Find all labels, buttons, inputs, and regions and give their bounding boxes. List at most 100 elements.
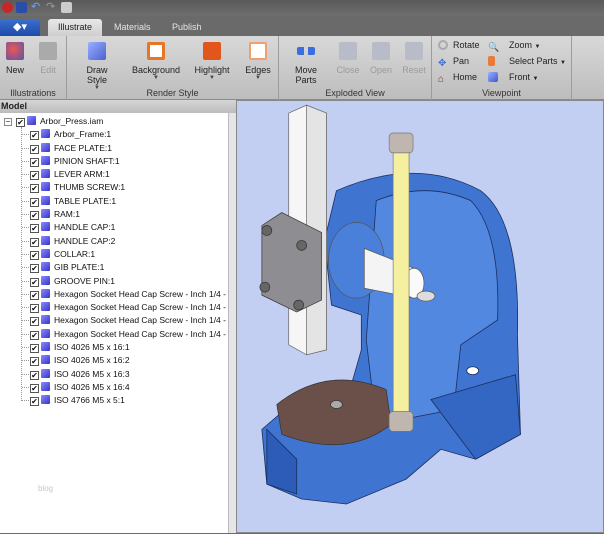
tree-item[interactable]: ✔ COLLAR:1 xyxy=(0,248,236,261)
zoom-label: Zoom xyxy=(509,40,533,50)
edit-label: Edit xyxy=(40,65,56,75)
visibility-checkbox[interactable]: ✔ xyxy=(30,211,39,221)
undo-icon[interactable]: ↶ xyxy=(31,2,42,13)
visibility-checkbox[interactable]: ✔ xyxy=(30,383,39,393)
tree-branch xyxy=(22,386,29,388)
tree-item[interactable]: ✔ TABLE PLATE:1 xyxy=(0,195,236,208)
highlight-button[interactable]: Highlight ▼ xyxy=(193,40,231,81)
home-button[interactable]: ⌂ Home xyxy=(438,72,477,85)
tree-branch xyxy=(22,333,29,335)
edges-button[interactable]: Edges ▼ xyxy=(244,40,272,81)
table-plate xyxy=(276,379,392,445)
3d-viewport[interactable] xyxy=(236,100,604,533)
tree-item[interactable]: ✔ HANDLE CAP:1 xyxy=(0,221,236,234)
visibility-checkbox[interactable]: ✔ xyxy=(30,224,39,234)
close-label: Close xyxy=(336,65,360,75)
part-icon xyxy=(41,342,50,352)
tree-item[interactable]: ✔ Arbor_Frame:1 xyxy=(0,128,236,141)
tab-illustrate[interactable]: Illustrate xyxy=(48,19,103,36)
edit-button[interactable]: Edit xyxy=(36,40,60,75)
group-label: Illustrations xyxy=(10,88,56,98)
visibility-checkbox[interactable]: ✔ xyxy=(30,277,39,287)
visibility-checkbox[interactable]: ✔ xyxy=(30,250,39,260)
front-button[interactable]: Front ▼ xyxy=(488,72,538,82)
group-exploded-view: Move Parts Close Open Reset Exploded Vie… xyxy=(279,36,432,100)
group-label: Exploded View xyxy=(325,88,385,98)
tree-line xyxy=(21,127,22,401)
visibility-checkbox[interactable]: ✔ xyxy=(30,171,39,181)
rotate-label: Rotate xyxy=(453,40,480,50)
close-button[interactable]: Close xyxy=(334,40,362,75)
visibility-checkbox[interactable]: ✔ xyxy=(30,144,39,154)
tree-item[interactable]: ✔ Hexagon Socket Head Cap Screw - Inch 1/… xyxy=(0,314,236,327)
pan-button[interactable]: ✥ Pan xyxy=(438,56,469,69)
visibility-checkbox[interactable]: ✔ xyxy=(30,237,39,247)
tree-root[interactable]: − ✔ Arbor_Press.iam xyxy=(0,115,236,128)
open-button[interactable]: Open xyxy=(367,40,395,75)
visibility-checkbox[interactable]: ✔ xyxy=(30,370,39,380)
tab-publish[interactable]: Publish xyxy=(162,19,212,36)
visibility-checkbox[interactable]: ✔ xyxy=(30,157,39,167)
tree-branch xyxy=(22,214,29,216)
visibility-checkbox[interactable]: ✔ xyxy=(30,330,39,340)
tree-branch xyxy=(22,187,29,189)
print-icon[interactable] xyxy=(61,2,72,13)
tree-item-label: ISO 4026 M5 x 16:4 xyxy=(54,381,130,392)
select-parts-button[interactable]: Select Parts ▼ xyxy=(488,56,566,66)
tree-item[interactable]: ✔ ISO 4766 M5 x 5:1 xyxy=(0,394,236,407)
tree-item[interactable]: ✔ ISO 4026 M5 x 16:3 xyxy=(0,368,236,381)
collapse-icon[interactable]: − xyxy=(4,118,12,126)
background-button[interactable]: Background ▼ xyxy=(131,40,181,81)
tree-branch xyxy=(22,174,29,176)
tab-materials[interactable]: Materials xyxy=(104,19,161,36)
tree-item[interactable]: ✔ Hexagon Socket Head Cap Screw - Inch 1/… xyxy=(0,301,236,314)
redo-icon[interactable]: ↷ xyxy=(46,2,57,13)
visibility-checkbox[interactable]: ✔ xyxy=(30,357,39,367)
tree-item[interactable]: ✔ ISO 4026 M5 x 16:2 xyxy=(0,354,236,367)
visibility-checkbox[interactable]: ✔ xyxy=(30,317,39,327)
reset-button[interactable]: Reset xyxy=(400,40,428,75)
tree-item[interactable]: ✔ ISO 4026 M5 x 16:4 xyxy=(0,381,236,394)
tree-item-label: FACE PLATE:1 xyxy=(54,142,112,153)
part-icon xyxy=(41,182,50,192)
visibility-checkbox[interactable]: ✔ xyxy=(30,290,39,300)
tree-item[interactable]: ✔ RAM:1 xyxy=(0,208,236,221)
tree-item[interactable]: ✔ GIB PLATE:1 xyxy=(0,261,236,274)
model-tree: − ✔ Arbor_Press.iam ✔ Arbor_Frame:1 ✔ FACE PL… xyxy=(0,113,236,408)
tree-item[interactable]: ✔ Hexagon Socket Head Cap Screw - Inch 1/… xyxy=(0,328,236,341)
visibility-checkbox[interactable]: ✔ xyxy=(30,344,39,354)
tree-branch xyxy=(22,280,29,282)
new-button[interactable]: New xyxy=(3,40,27,75)
rotate-button[interactable]: Rotate xyxy=(438,40,480,50)
visibility-checkbox[interactable]: ✔ xyxy=(16,118,25,127)
tree-item-label: ISO 4026 M5 x 16:1 xyxy=(54,342,130,353)
group-label: Render Style xyxy=(146,88,199,98)
part-icon xyxy=(41,381,50,391)
tree-item[interactable]: ✔ GROOVE PIN:1 xyxy=(0,275,236,288)
save-icon[interactable] xyxy=(16,2,27,13)
visibility-checkbox[interactable]: ✔ xyxy=(30,131,39,141)
tree-item[interactable]: ✔ PINION SHAFT:1 xyxy=(0,155,236,168)
zoom-button[interactable]: 🔍 Zoom ▼ xyxy=(488,40,540,52)
visibility-checkbox[interactable]: ✔ xyxy=(30,304,39,314)
visibility-checkbox[interactable]: ✔ xyxy=(30,264,39,274)
visibility-checkbox[interactable]: ✔ xyxy=(30,397,39,407)
tree-item-label: Hexagon Socket Head Cap Screw - Inch 1/4… xyxy=(54,315,226,326)
scrollbar[interactable] xyxy=(228,113,236,533)
tree-item[interactable]: ✔ HANDLE CAP:2 xyxy=(0,235,236,248)
arbor-press-model[interactable] xyxy=(237,101,603,532)
visibility-checkbox[interactable]: ✔ xyxy=(30,184,39,194)
tree-item[interactable]: ✔ THUMB SCREW:1 xyxy=(0,181,236,194)
move-parts-button[interactable]: Move Parts xyxy=(284,40,328,85)
select-parts-icon xyxy=(488,56,495,66)
app-icon[interactable] xyxy=(2,2,13,13)
tree-item[interactable]: ✔ ISO 4026 M5 x 16:1 xyxy=(0,341,236,354)
application-menu-button[interactable]: ◆▾ xyxy=(0,19,40,36)
tree-item[interactable]: ✔ LEVER ARM:1 xyxy=(0,168,236,181)
tree-item[interactable]: ✔ Hexagon Socket Head Cap Screw - Inch 1/… xyxy=(0,288,236,301)
visibility-checkbox[interactable]: ✔ xyxy=(30,197,39,207)
tree-item[interactable]: ✔ FACE PLATE:1 xyxy=(0,142,236,155)
draw-style-button[interactable]: Draw Style ▼ xyxy=(76,40,118,91)
tree-item-label: THUMB SCREW:1 xyxy=(54,182,126,193)
tree-branch xyxy=(22,240,29,242)
